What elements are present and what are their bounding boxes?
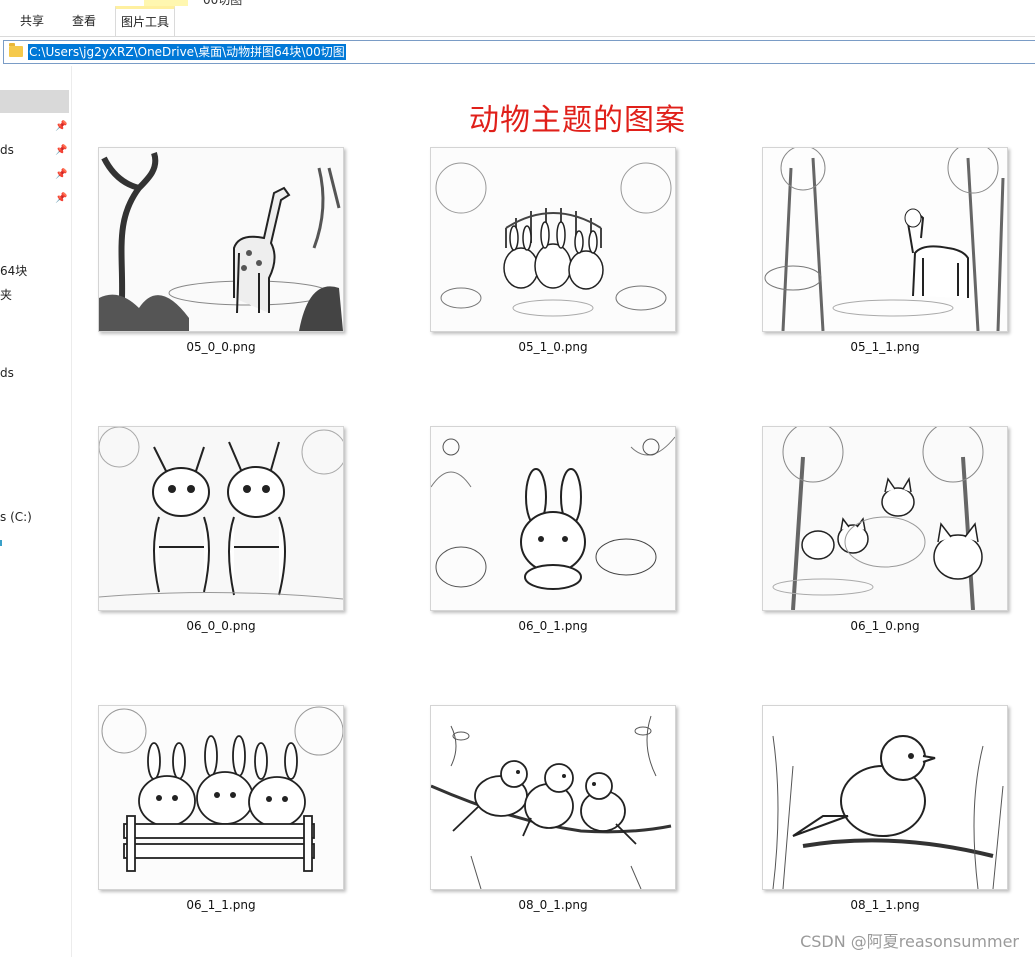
thumbnail-06-1-0[interactable] (762, 426, 1008, 611)
pin-icon: 📌 (55, 145, 68, 156)
tab-share[interactable]: 共享 (14, 7, 50, 35)
file-name[interactable]: 08_0_1.png (431, 898, 675, 912)
file-name[interactable]: 05_1_1.png (763, 340, 1007, 354)
address-bar[interactable]: C:\Users\jg2yXRZ\OneDrive\桌面\动物拼图64块\00切… (3, 40, 1035, 64)
window-title: 00切图 (203, 0, 243, 7)
thumbnail-05-0-0[interactable] (98, 147, 344, 332)
nav-item-selected[interactable] (0, 90, 69, 113)
thumbnail-05-1-0[interactable] (430, 147, 676, 332)
bunnies-bridge-image-icon (431, 148, 675, 331)
nav-item-folder[interactable]: 夹 (0, 286, 12, 303)
nav-item-folder-64[interactable]: 64块 (0, 262, 27, 279)
file-name[interactable]: 06_1_0.png (763, 619, 1007, 633)
deer-forest-image-icon (763, 148, 1007, 331)
file-name[interactable]: 05_0_0.png (99, 340, 343, 354)
folder-icon (9, 43, 23, 57)
nav-item-drive-c[interactable]: s (C:) (0, 510, 32, 524)
pin-icon: 📌 (55, 121, 68, 132)
address-path[interactable]: C:\Users\jg2yXRZ\OneDrive\桌面\动物拼图64块\00切… (28, 44, 346, 60)
thumbnail-08-0-1[interactable] (430, 705, 676, 890)
thumbnail-08-1-1[interactable] (762, 705, 1008, 890)
watermark: CSDN @阿夏reasonsummer (800, 932, 1019, 951)
nav-item-downloads[interactable]: ds (0, 143, 14, 157)
tab-picture-tools[interactable]: 图片工具 (115, 6, 175, 36)
navigation-pane: 📌 ds 📌 📌 📌 64块 夹 ds s (C:) (0, 66, 72, 957)
bunny-garden-image-icon (431, 427, 675, 610)
page-heading: 动物主题的图案 (469, 103, 686, 138)
two-giraffes-image-icon (99, 427, 343, 610)
thumbnail-06-0-0[interactable] (98, 426, 344, 611)
thumbnail-06-0-1[interactable] (430, 426, 676, 611)
file-name[interactable]: 06_0_0.png (99, 619, 343, 633)
tab-view[interactable]: 查看 (66, 7, 102, 35)
file-name[interactable]: 08_1_1.png (763, 898, 1007, 912)
file-name[interactable]: 06_1_1.png (99, 898, 343, 912)
thumbnail-05-1-1[interactable] (762, 147, 1008, 332)
thumbnail-06-1-1[interactable] (98, 705, 344, 890)
pin-icon: 📌 (55, 193, 68, 204)
giraffe-image-icon (99, 148, 343, 331)
bird-branch-image-icon (763, 706, 1007, 889)
birds-branch-image-icon (431, 706, 675, 889)
ribbon: 00切图 共享 查看 图片工具 (0, 0, 1035, 37)
bunnies-fence-image-icon (99, 706, 343, 889)
file-name[interactable]: 06_0_1.png (431, 619, 675, 633)
pin-icon: 📌 (55, 169, 68, 180)
nav-item-downloads-2[interactable]: ds (0, 366, 14, 380)
nav-indicator (0, 540, 2, 546)
file-name[interactable]: 05_1_0.png (431, 340, 675, 354)
cats-forest-image-icon (763, 427, 1007, 610)
